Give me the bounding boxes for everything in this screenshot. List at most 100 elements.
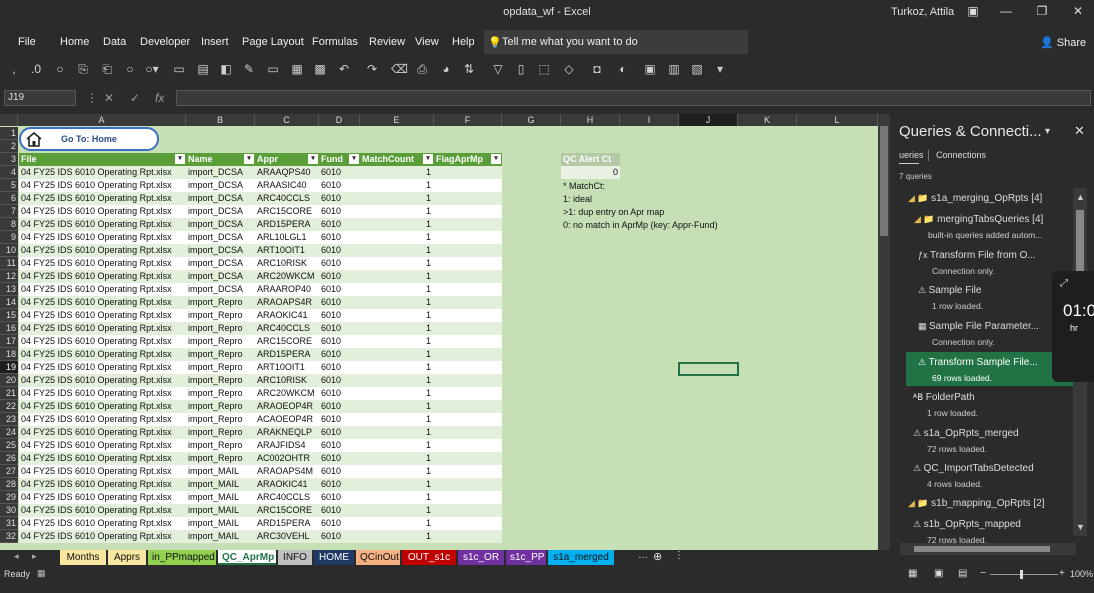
cell-fund[interactable]: 6010 — [319, 439, 360, 452]
cell-fund[interactable]: 6010 — [319, 322, 360, 335]
cell-fund[interactable]: 6010 — [319, 400, 360, 413]
cell-name[interactable]: import_Repro — [186, 400, 255, 413]
row-header[interactable]: 32 — [0, 530, 18, 543]
row-header[interactable]: 10 — [0, 244, 18, 257]
pane-horizontal-scrollbar[interactable] — [900, 543, 1076, 555]
filter-dropdown-icon[interactable]: ▾ — [491, 154, 501, 164]
cell-appr[interactable]: ARC15CORE — [255, 504, 319, 517]
cell-flagaprmp[interactable] — [434, 218, 502, 231]
table-icon[interactable]: ▦ — [289, 62, 305, 76]
row-header[interactable]: 1 — [0, 127, 18, 140]
tab-developer[interactable]: Developer — [140, 36, 190, 48]
row-header[interactable]: 8 — [0, 218, 18, 231]
cell-matchcount[interactable]: 1 — [360, 387, 434, 400]
row-header[interactable]: 24 — [0, 426, 18, 439]
cell-file[interactable]: 04 FY25 IDS 6010 Operating Rpt.xlsx — [19, 452, 186, 465]
query-item[interactable]: ▦ Sample File Parameter... — [918, 321, 1039, 332]
cell-appr[interactable]: ARAAROP40 — [255, 283, 319, 296]
row-header[interactable]: 30 — [0, 504, 18, 517]
cell-fund[interactable]: 6010 — [319, 452, 360, 465]
cell-matchcount[interactable]: 1 — [360, 465, 434, 478]
tell-me-box[interactable]: 💡 Tell me what you want to do — [484, 30, 748, 54]
cell-fund[interactable]: 6010 — [319, 504, 360, 517]
cell-flagaprmp[interactable] — [434, 439, 502, 452]
cell-appr[interactable]: ARC10RISK — [255, 257, 319, 270]
cell-appr[interactable]: ARAOEOP4R — [255, 400, 319, 413]
cell-appr[interactable]: ARAKNEQLP — [255, 426, 319, 439]
cell-appr[interactable]: ARC40CCLS — [255, 491, 319, 504]
sheet-tab[interactable]: OUT_s1c — [402, 550, 456, 565]
share-button[interactable]: 👤 Share — [1040, 36, 1086, 49]
cell-flagaprmp[interactable] — [434, 179, 502, 192]
tab-formulas[interactable]: Formulas — [312, 36, 358, 48]
cell-flagaprmp[interactable] — [434, 257, 502, 270]
header-name[interactable]: Name ▾ — [186, 153, 255, 166]
query-item[interactable]: ⚠ s1b_OpRpts_mapped — [913, 519, 1021, 530]
confirm-icon[interactable]: ✓ — [130, 91, 140, 105]
ribbon-display-icon[interactable]: ▣ — [963, 4, 983, 18]
cell-file[interactable]: 04 FY25 IDS 6010 Operating Rpt.xlsx — [19, 231, 186, 244]
document-icon[interactable]: ▯ — [513, 62, 529, 76]
cell-appr[interactable]: ARD15PERA — [255, 218, 319, 231]
cell-fund[interactable]: 6010 — [319, 244, 360, 257]
filter-icon[interactable]: ▽ — [490, 62, 506, 76]
cell-name[interactable]: import_DCSA — [186, 244, 255, 257]
cell-name[interactable]: import_Repro — [186, 322, 255, 335]
minimize-icon[interactable]: — — [996, 4, 1016, 18]
camera-icon[interactable]: ▧ — [689, 62, 705, 76]
circle-icon[interactable]: ○ — [52, 62, 68, 76]
clipboard-icon[interactable]: ▥ — [666, 62, 682, 76]
cell-file[interactable]: 04 FY25 IDS 6010 Operating Rpt.xlsx — [19, 179, 186, 192]
cell-appr[interactable]: ARAJFIDS4 — [255, 439, 319, 452]
cell-matchcount[interactable]: 1 — [360, 296, 434, 309]
filter-dropdown-icon[interactable]: ▾ — [308, 154, 318, 164]
header-appr[interactable]: Appr ▾ — [255, 153, 319, 166]
cell-fund[interactable]: 6010 — [319, 348, 360, 361]
cell-appr[interactable]: ART10OIT1 — [255, 361, 319, 374]
cell-name[interactable]: import_DCSA — [186, 192, 255, 205]
cell-fund[interactable]: 6010 — [319, 257, 360, 270]
cell-name[interactable]: import_DCSA — [186, 283, 255, 296]
selected-cell-j19[interactable] — [678, 362, 739, 376]
column-header[interactable]: L — [797, 114, 878, 126]
row-header[interactable]: 14 — [0, 296, 18, 309]
normal-view-icon[interactable]: ▦ — [908, 568, 917, 579]
textbox-icon[interactable]: ▤ — [195, 62, 211, 76]
cell-fund[interactable]: 6010 — [319, 478, 360, 491]
column-header[interactable]: A — [18, 114, 186, 126]
cell-matchcount[interactable]: 1 — [360, 283, 434, 296]
cell-appr[interactable]: ARD15PERA — [255, 348, 319, 361]
cell-name[interactable]: import_Repro — [186, 335, 255, 348]
cell-file[interactable]: 04 FY25 IDS 6010 Operating Rpt.xlsx — [19, 504, 186, 517]
scroll-up-icon[interactable]: ▲ — [1076, 192, 1085, 202]
cell-flagaprmp[interactable] — [434, 426, 502, 439]
sheet-tab[interactable]: QC_AprMp — [218, 550, 276, 565]
cell-file[interactable]: 04 FY25 IDS 6010 Operating Rpt.xlsx — [19, 322, 186, 335]
cell-flagaprmp[interactable] — [434, 374, 502, 387]
cell-flagaprmp[interactable] — [434, 413, 502, 426]
cell-file[interactable]: 04 FY25 IDS 6010 Operating Rpt.xlsx — [19, 517, 186, 530]
copy-icon[interactable]: ⎘ — [75, 62, 91, 76]
cell-matchcount[interactable]: 1 — [360, 192, 434, 205]
cell-name[interactable]: import_MAIL — [186, 504, 255, 517]
row-header[interactable]: 29 — [0, 491, 18, 504]
row-header[interactable]: 27 — [0, 465, 18, 478]
scroll-thumb[interactable] — [880, 126, 888, 236]
row-header[interactable]: 4 — [0, 166, 18, 179]
cell-file[interactable]: 04 FY25 IDS 6010 Operating Rpt.xlsx — [19, 205, 186, 218]
name-box[interactable]: J19 — [4, 90, 76, 106]
query-item[interactable]: ◢ 📁 s1a_merging_OpRpts [4] — [908, 193, 1042, 204]
cell-fund[interactable]: 6010 — [319, 426, 360, 439]
query-item[interactable]: ⚠ Transform Sample File... — [918, 357, 1038, 368]
cell-appr[interactable]: ARC40CCLS — [255, 192, 319, 205]
column-header[interactable]: B — [186, 114, 255, 126]
cell-matchcount[interactable]: 1 — [360, 270, 434, 283]
cell-matchcount[interactable]: 1 — [360, 504, 434, 517]
filter-dropdown-icon[interactable]: ▾ — [349, 154, 359, 164]
cell-appr[interactable]: ARC40CCLS — [255, 322, 319, 335]
user-name[interactable]: Turkoz, Attila — [891, 6, 954, 18]
cell-fund[interactable]: 6010 — [319, 218, 360, 231]
cell-file[interactable]: 04 FY25 IDS 6010 Operating Rpt.xlsx — [19, 348, 186, 361]
cell-flagaprmp[interactable] — [434, 192, 502, 205]
row-header[interactable]: 5 — [0, 179, 18, 192]
